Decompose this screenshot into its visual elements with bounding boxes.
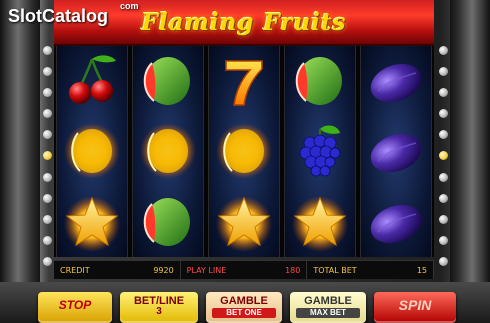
reel-symbol <box>287 190 353 254</box>
burning-melon-icon <box>213 121 275 181</box>
totalbet-box: TOTAL BET 15 <box>307 261 435 279</box>
burning-star-icon <box>289 192 351 252</box>
burning-melon-icon <box>61 121 123 181</box>
gamble-max-bet-label: GAMBLE <box>304 295 352 307</box>
burning-star-icon <box>213 192 275 252</box>
watermelon-icon <box>137 51 199 111</box>
game-title: Flaming Fruits <box>141 8 347 36</box>
light-bulb-icon <box>42 214 52 224</box>
light-bulb-icon <box>438 172 448 182</box>
reel-symbol <box>287 49 353 113</box>
reel-3 <box>208 46 280 257</box>
bet-line-button[interactable]: BET/LINE 3 <box>120 292 198 323</box>
stop-button[interactable]: STOP <box>38 292 112 323</box>
right-cabinet-pillar <box>450 0 490 323</box>
gamble-bet-one-label: GAMBLE <box>220 295 268 307</box>
burning-star-icon <box>61 192 123 252</box>
light-bulb-icon <box>42 109 52 119</box>
reel-symbol <box>211 119 277 183</box>
reel-symbol <box>363 190 429 254</box>
reel-symbol <box>363 49 429 113</box>
light-bulb-icon <box>42 46 52 55</box>
credit-label: CREDIT <box>60 265 90 275</box>
light-bulb-icon <box>42 88 52 98</box>
light-bulb-icon <box>438 256 448 266</box>
seven-icon <box>213 51 275 111</box>
light-bulb-icon <box>438 109 448 119</box>
left-cabinet-pillar <box>0 0 40 323</box>
spin-button[interactable]: SPIN <box>374 292 456 323</box>
info-panel: CREDIT 9920 PLAY LINE 180 TOTAL BET 15 <box>54 260 435 279</box>
gamble-bet-one-sub: BET ONE <box>212 308 276 318</box>
right-light-column <box>436 46 450 266</box>
light-bulb-icon <box>438 214 448 224</box>
reel-symbol <box>287 119 353 183</box>
reel-symbol <box>59 49 125 113</box>
light-bulb-icon <box>438 67 448 77</box>
totalbet-label: TOTAL BET <box>313 265 357 275</box>
reel-symbol <box>135 49 201 113</box>
grapes-icon <box>289 121 351 181</box>
light-bulb-icon <box>42 193 52 203</box>
slot-machine: SlotCatalog com Flaming Fruits CREDIT 99… <box>0 0 490 323</box>
credit-value: 9920 <box>153 265 174 275</box>
light-bulb-icon <box>42 172 52 182</box>
watermelon-icon <box>289 51 351 111</box>
bet-line-value: 3 <box>156 306 162 317</box>
reel-symbol <box>59 119 125 183</box>
playline-box: PLAY LINE 180 <box>181 261 308 279</box>
watermark-domain: com <box>120 1 139 11</box>
bet-line-label: BET/LINE <box>133 295 185 307</box>
playline-label: PLAY LINE <box>186 265 227 275</box>
light-bulb-icon <box>438 151 448 161</box>
watermelon-icon <box>137 192 199 252</box>
light-bulb-icon <box>42 130 52 140</box>
game-title-banner: Flaming Fruits <box>54 0 434 46</box>
stop-button-label: STOP <box>58 298 92 312</box>
reel-5 <box>360 46 432 257</box>
light-bulb-icon <box>438 193 448 203</box>
totalbet-value: 15 <box>416 265 428 275</box>
reel-symbol <box>135 119 201 183</box>
reel-symbol <box>363 119 429 183</box>
light-bulb-icon <box>438 46 448 55</box>
light-bulb-icon <box>438 235 448 245</box>
watermark-part1: Slot <box>8 6 42 26</box>
plum-icon <box>365 121 427 181</box>
reel-symbol <box>211 190 277 254</box>
credit-box: CREDIT 9920 <box>54 261 181 279</box>
light-bulb-icon <box>438 88 448 98</box>
gamble-max-bet-button[interactable]: GAMBLE MAX BET <box>290 292 366 323</box>
light-bulb-icon <box>42 67 52 77</box>
left-light-column <box>40 46 54 266</box>
reel-symbol <box>135 190 201 254</box>
reel-4 <box>284 46 356 257</box>
reel-symbol <box>59 190 125 254</box>
light-bulb-icon <box>42 235 52 245</box>
reel-1 <box>56 46 128 257</box>
cherries-icon <box>61 51 123 111</box>
plum-icon <box>365 192 427 252</box>
watermark-part2: Catalog <box>42 6 109 26</box>
reel-2 <box>132 46 204 257</box>
watermark-logo: SlotCatalog com <box>8 1 139 27</box>
light-bulb-icon <box>42 256 52 266</box>
gamble-bet-one-button[interactable]: GAMBLE BET ONE <box>206 292 282 323</box>
reel-symbol <box>211 49 277 113</box>
gamble-max-bet-sub: MAX BET <box>296 308 360 318</box>
plum-icon <box>365 51 427 111</box>
reel-window <box>54 46 434 257</box>
burning-melon-icon <box>137 121 199 181</box>
spin-button-label: SPIN <box>398 297 432 313</box>
playline-value: 180 <box>285 265 301 275</box>
light-bulb-icon <box>42 151 52 161</box>
light-bulb-icon <box>438 130 448 140</box>
